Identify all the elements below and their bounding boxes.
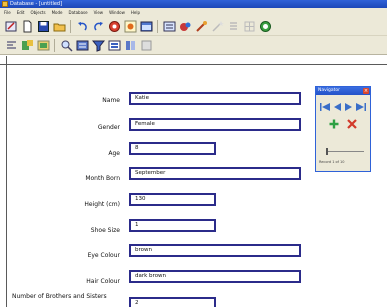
first-record-icon[interactable] — [319, 102, 331, 112]
window-title: Database - [untitled] — [10, 1, 63, 7]
name-field[interactable]: Katie — [129, 92, 301, 105]
column-icon[interactable] — [123, 38, 137, 52]
toolbar-separator — [70, 19, 71, 33]
gender-field[interactable]: Female — [129, 118, 301, 131]
navigator-palette[interactable]: Navigator × Record 1 of 10 — [315, 86, 371, 172]
gender-label: Gender — [97, 124, 120, 131]
wand-icon[interactable] — [210, 19, 224, 33]
month-born-field[interactable]: September — [129, 167, 301, 180]
age-field[interactable]: 8 — [129, 142, 216, 155]
month-born-label: Month Born — [85, 175, 120, 182]
form-view-icon[interactable] — [107, 38, 121, 52]
navigator-edit-buttons — [316, 119, 370, 129]
go-icon[interactable] — [258, 19, 272, 33]
height-field[interactable]: 130 — [129, 193, 216, 206]
toolbar-separator — [157, 19, 158, 33]
add-record-icon[interactable] — [329, 119, 339, 129]
height-label: Height (cm) — [84, 201, 120, 208]
siblings-field[interactable]: 2 — [129, 297, 216, 307]
hair-colour-label: Hair Colour — [86, 278, 120, 285]
slider-thumb[interactable] — [326, 148, 328, 155]
filter-icon[interactable] — [91, 38, 105, 52]
menu-view[interactable]: View — [94, 8, 104, 17]
open-folder-icon[interactable] — [52, 19, 66, 33]
margin-guide-vertical — [6, 56, 7, 307]
chart-icon[interactable] — [123, 19, 137, 33]
next-record-icon[interactable] — [344, 102, 353, 112]
layout-icon[interactable] — [139, 38, 153, 52]
undo-icon[interactable] — [75, 19, 89, 33]
last-record-icon[interactable] — [355, 102, 367, 112]
eye-colour-label: Eye Colour — [87, 252, 120, 259]
menu-file[interactable]: File — [4, 8, 11, 17]
table-icon[interactable] — [139, 19, 153, 33]
app-icon — [2, 1, 8, 7]
navigator-title: Navigator — [318, 88, 341, 93]
menu-mode[interactable]: Mode — [52, 8, 63, 17]
secondary-toolbar — [0, 36, 387, 55]
pencil-icon[interactable] — [4, 19, 18, 33]
slider-track — [326, 151, 364, 152]
redo-icon[interactable] — [91, 19, 105, 33]
toolbar-separator — [54, 38, 55, 52]
new-document-icon[interactable] — [20, 19, 34, 33]
hair-colour-field[interactable]: dark brown — [129, 270, 301, 283]
name-label: Name — [102, 97, 120, 104]
margin-guide-horizontal — [0, 64, 387, 65]
shoe-size-field[interactable]: 1 — [129, 219, 216, 232]
list-icon[interactable] — [226, 19, 240, 33]
menu-database[interactable]: Database — [68, 8, 87, 17]
design-icon[interactable] — [20, 38, 34, 52]
menu-window[interactable]: Window — [109, 8, 125, 17]
grid-icon[interactable] — [242, 19, 256, 33]
sort-icon[interactable] — [75, 38, 89, 52]
age-label: Age — [108, 150, 120, 157]
main-toolbar — [0, 17, 387, 36]
eye-colour-field[interactable]: brown — [129, 244, 301, 257]
menu-bar: File Edit Objects Mode Database View Win… — [0, 8, 387, 17]
save-icon[interactable] — [36, 19, 50, 33]
previous-record-icon[interactable] — [333, 102, 342, 112]
siblings-label: Number of Brothers and Sisters — [12, 293, 107, 300]
menu-help[interactable]: Help — [131, 8, 140, 17]
menu-objects[interactable]: Objects — [30, 8, 45, 17]
navigator-titlebar[interactable]: Navigator × — [316, 87, 370, 95]
brush-icon[interactable] — [194, 19, 208, 33]
align-icon[interactable] — [4, 38, 18, 52]
menu-edit[interactable]: Edit — [17, 8, 25, 17]
delete-record-icon[interactable] — [347, 119, 357, 129]
window-titlebar: Database - [untitled] — [0, 0, 387, 8]
search-icon[interactable] — [59, 38, 73, 52]
paint-icon[interactable] — [178, 19, 192, 33]
shoe-size-label: Shoe Size — [90, 227, 120, 234]
query-icon[interactable] — [162, 19, 176, 33]
record-status: Record 1 of 10 — [319, 160, 345, 164]
navigator-arrows — [316, 102, 370, 112]
record-slider[interactable] — [326, 148, 364, 155]
close-icon[interactable]: × — [363, 88, 369, 94]
record-icon[interactable] — [107, 19, 121, 33]
report-icon[interactable] — [36, 38, 50, 52]
